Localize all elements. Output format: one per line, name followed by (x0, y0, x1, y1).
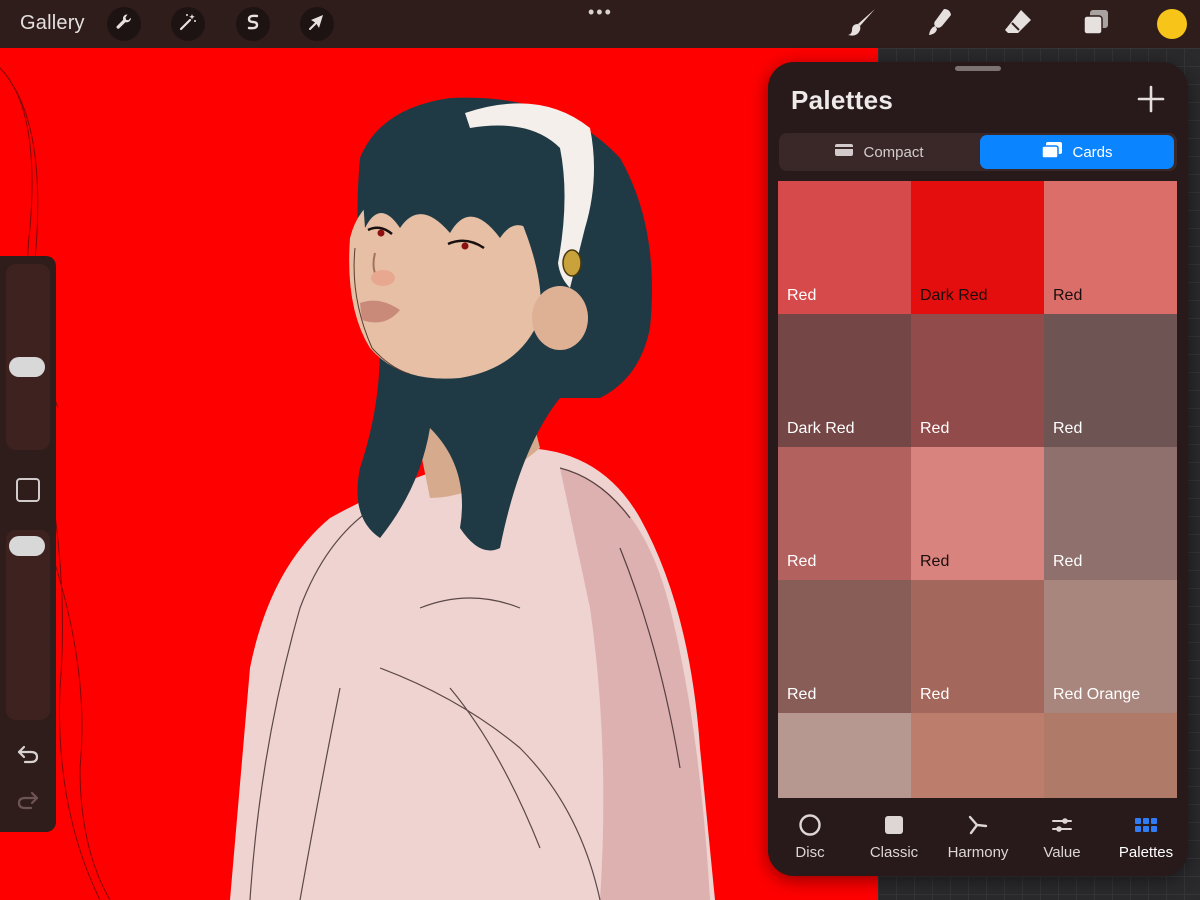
left-sidebar (0, 256, 56, 832)
artwork-illustration (0, 48, 878, 900)
magic-wand-icon (178, 12, 198, 37)
tab-harmony[interactable]: Harmony (936, 812, 1020, 864)
panel-grabber[interactable] (955, 66, 1001, 71)
tab-classic[interactable]: Classic (852, 812, 936, 864)
palette-swatch-card[interactable]: Red (1044, 181, 1177, 314)
current-color-button[interactable] (1157, 9, 1187, 39)
color-mode-tabbar: Disc Classic Harmony Value Palettes (768, 798, 1188, 876)
tab-disc[interactable]: Disc (768, 812, 852, 864)
actions-button[interactable] (107, 7, 141, 41)
brush-size-slider[interactable] (6, 264, 50, 450)
swatch-label: Dark Red (920, 287, 988, 304)
tab-value-label: Value (1043, 844, 1081, 861)
transform-arrow-icon (307, 12, 327, 37)
palette-swatch-card[interactable]: Red (911, 447, 1044, 580)
brush-size-slider-thumb[interactable] (9, 357, 45, 377)
eraser-tool-button[interactable] (1001, 8, 1035, 40)
wrench-icon (114, 12, 134, 37)
palette-swatch-card[interactable] (778, 713, 911, 798)
swatch-label: Dark Red (787, 420, 855, 437)
swatch-label: Red (1053, 287, 1083, 304)
cards-view-label: Cards (1072, 143, 1113, 161)
palette-swatch-card[interactable]: Red Orange (1044, 580, 1177, 713)
panel-title: Palettes (791, 85, 894, 115)
undo-button[interactable] (14, 744, 42, 768)
brush-tool-button[interactable] (845, 8, 879, 40)
swatch-label: Red (787, 287, 817, 304)
redo-button[interactable] (14, 790, 42, 814)
disc-icon (797, 812, 823, 838)
palette-swatch-card[interactable]: Red (911, 314, 1044, 447)
drawing-canvas[interactable] (0, 48, 878, 900)
palette-swatch-card[interactable] (911, 713, 1044, 798)
swatch-label: Red (1053, 420, 1083, 437)
smudge-tool-button[interactable] (923, 8, 957, 40)
palette-swatch-card[interactable]: Dark Red (911, 181, 1044, 314)
layers-icon (1081, 7, 1111, 42)
transform-button[interactable] (300, 7, 334, 41)
redo-icon (16, 790, 40, 815)
classic-square-icon (881, 812, 907, 838)
palette-swatch-grid: Red Dark Red Red Dark Red Red Red Red Red Red Red… (778, 181, 1178, 798)
palettes-grid-icon (1133, 812, 1159, 838)
color-panel: Palettes Compact Cards Red Dark Red Red Dar… (768, 62, 1188, 876)
swatch-label: Red (920, 553, 950, 570)
top-toolbar: Gallery ••• (0, 0, 1200, 48)
more-options-dots[interactable]: ••• (588, 2, 613, 23)
harmony-icon (965, 812, 991, 838)
palette-swatch-card[interactable]: Red (1044, 314, 1177, 447)
brush-icon (846, 6, 878, 43)
tab-value[interactable]: Value (1020, 812, 1104, 864)
tab-harmony-label: Harmony (947, 844, 1009, 861)
selection-s-icon (243, 12, 263, 37)
palette-swatch-card[interactable]: Red (778, 447, 911, 580)
palette-swatch-card[interactable]: Red (1044, 447, 1177, 580)
selection-button[interactable] (236, 7, 270, 41)
compact-view-label: Compact (863, 143, 924, 161)
adjustments-button[interactable] (171, 7, 205, 41)
undo-icon (16, 744, 40, 769)
palette-swatch-card[interactable]: Red (778, 181, 911, 314)
eraser-icon (1002, 6, 1034, 43)
compact-icon (834, 142, 854, 162)
compact-view-button[interactable]: Compact (781, 135, 977, 169)
palette-swatch-card[interactable]: Dark Red (778, 314, 911, 447)
add-palette-button[interactable] (1134, 84, 1168, 118)
palette-view-toggle: Compact Cards (779, 133, 1177, 171)
swatch-label: Red (787, 686, 817, 703)
plus-icon (1137, 85, 1165, 118)
smudge-icon (924, 6, 956, 43)
palette-swatch-card[interactable]: Red (911, 580, 1044, 713)
tab-disc-label: Disc (795, 844, 825, 861)
tab-palettes[interactable]: Palettes (1104, 812, 1188, 864)
opacity-slider[interactable] (6, 530, 50, 720)
tab-classic-label: Classic (869, 844, 919, 861)
cards-icon (1041, 141, 1063, 163)
swatch-label: Red (1053, 553, 1083, 570)
gallery-button[interactable]: Gallery (20, 12, 85, 35)
modify-button[interactable] (16, 478, 40, 502)
value-sliders-icon (1049, 812, 1075, 838)
swatch-label: Red (787, 553, 817, 570)
palette-swatch-card[interactable]: Red (778, 580, 911, 713)
palette-swatch-card[interactable] (1044, 713, 1177, 798)
tab-palettes-label: Palettes (1118, 844, 1174, 861)
layers-button[interactable] (1079, 8, 1113, 40)
opacity-slider-thumb[interactable] (9, 536, 45, 556)
cards-view-button[interactable]: Cards (980, 135, 1174, 169)
swatch-label: Red (920, 686, 950, 703)
swatch-label: Red (920, 420, 950, 437)
swatch-label: Red Orange (1053, 686, 1141, 703)
